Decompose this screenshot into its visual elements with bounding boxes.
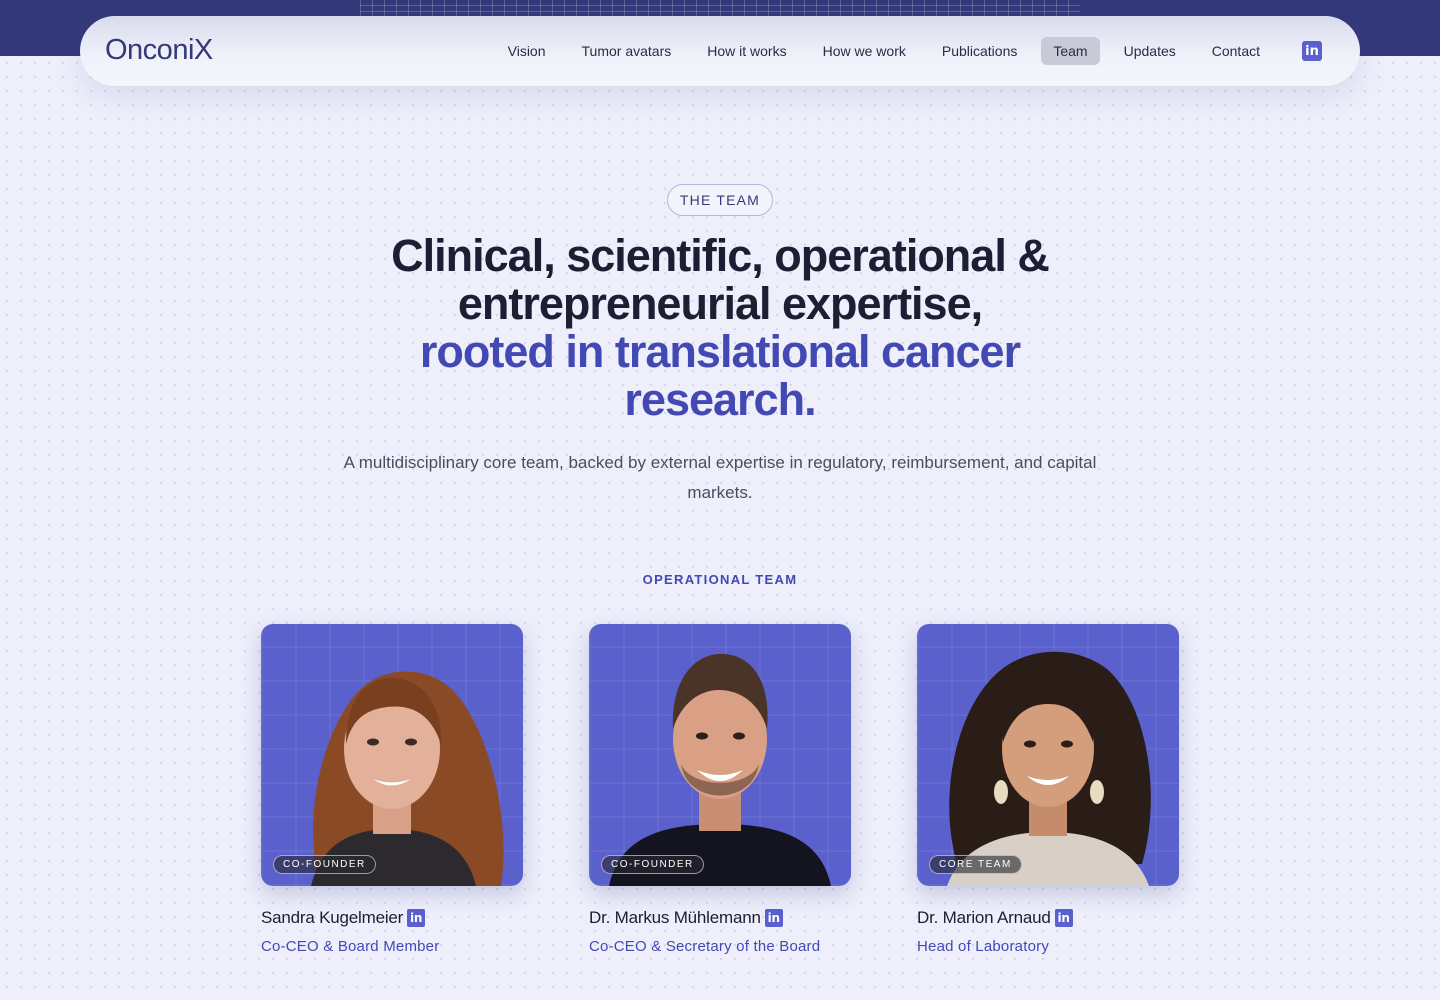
headline-line-2: entrepreneurial expertise, <box>457 278 983 329</box>
member-name-row: Dr. Marion Arnaud in <box>917 908 1179 928</box>
page-headline: Clinical, scientific, operational & entr… <box>220 232 1220 424</box>
linkedin-icon[interactable]: in <box>1302 41 1322 61</box>
hero-subtitle: A multidisciplinary core team, backed by… <box>343 453 1097 502</box>
member-title: Co-CEO & Secretary of the Board <box>589 938 821 955</box>
team-card-sandra: CO-FOUNDER Sandra Kugelmeier in Co-CEO &… <box>261 624 523 955</box>
logo[interactable]: OnconiX <box>105 34 213 67</box>
member-name-row: Dr. Markus Mühlemann in <box>589 908 851 928</box>
nav-item-updates[interactable]: Updates <box>1112 37 1188 65</box>
eyebrow-pill: THE TEAM <box>667 184 773 216</box>
linkedin-icon[interactable]: in <box>764 909 783 927</box>
member-name: Dr. Markus Mühlemann <box>589 908 761 927</box>
portrait-marion <box>947 651 1151 886</box>
portrait-photo: CORE TEAM <box>917 624 1179 886</box>
nav-item-team[interactable]: Team <box>1041 37 1100 65</box>
member-name: Dr. Marion Arnaud <box>917 908 1051 927</box>
role-badge: CO-FOUNDER <box>273 855 376 874</box>
nav-item-how-we-work[interactable]: How we work <box>811 37 918 65</box>
headline-accent-line-2: research. <box>624 374 816 425</box>
portrait-sandra <box>311 671 504 886</box>
nav-item-how-it-works[interactable]: How it works <box>695 37 798 65</box>
member-name: Sandra Kugelmeier <box>261 908 404 927</box>
team-card-marion: CORE TEAM Dr. Marion Arnaud in Head of L… <box>917 624 1179 955</box>
nav-item-publications[interactable]: Publications <box>930 37 1030 65</box>
portrait-markus <box>609 653 831 886</box>
portrait-photo: CO-FOUNDER <box>589 624 851 886</box>
linkedin-icon[interactable]: in <box>1054 909 1073 927</box>
role-badge: CORE TEAM <box>929 855 1022 874</box>
section-label-operational-team: OPERATIONAL TEAM <box>642 572 798 587</box>
headline-accent-line-1: rooted in translational cancer <box>419 326 1021 377</box>
nav-item-tumor-avatars[interactable]: Tumor avatars <box>570 37 684 65</box>
headline-line-1: Clinical, scientific, operational & <box>391 230 1050 281</box>
linkedin-icon[interactable]: in <box>407 909 426 927</box>
nav-item-vision[interactable]: Vision <box>496 37 558 65</box>
member-name-row: Sandra Kugelmeier in <box>261 908 523 928</box>
team-card-markus: CO-FOUNDER Dr. Markus Mühlemann in Co-CE… <box>589 624 851 955</box>
nav-item-contact[interactable]: Contact <box>1200 37 1272 65</box>
portrait-photo: CO-FOUNDER <box>261 624 523 886</box>
member-title: Co-CEO & Board Member <box>261 938 440 955</box>
member-title: Head of Laboratory <box>917 938 1050 955</box>
navbar: OnconiX Vision Tumor avatars How it work… <box>80 16 1360 86</box>
role-badge: CO-FOUNDER <box>601 855 704 874</box>
nav-links: Vision Tumor avatars How it works How we… <box>492 37 1322 65</box>
